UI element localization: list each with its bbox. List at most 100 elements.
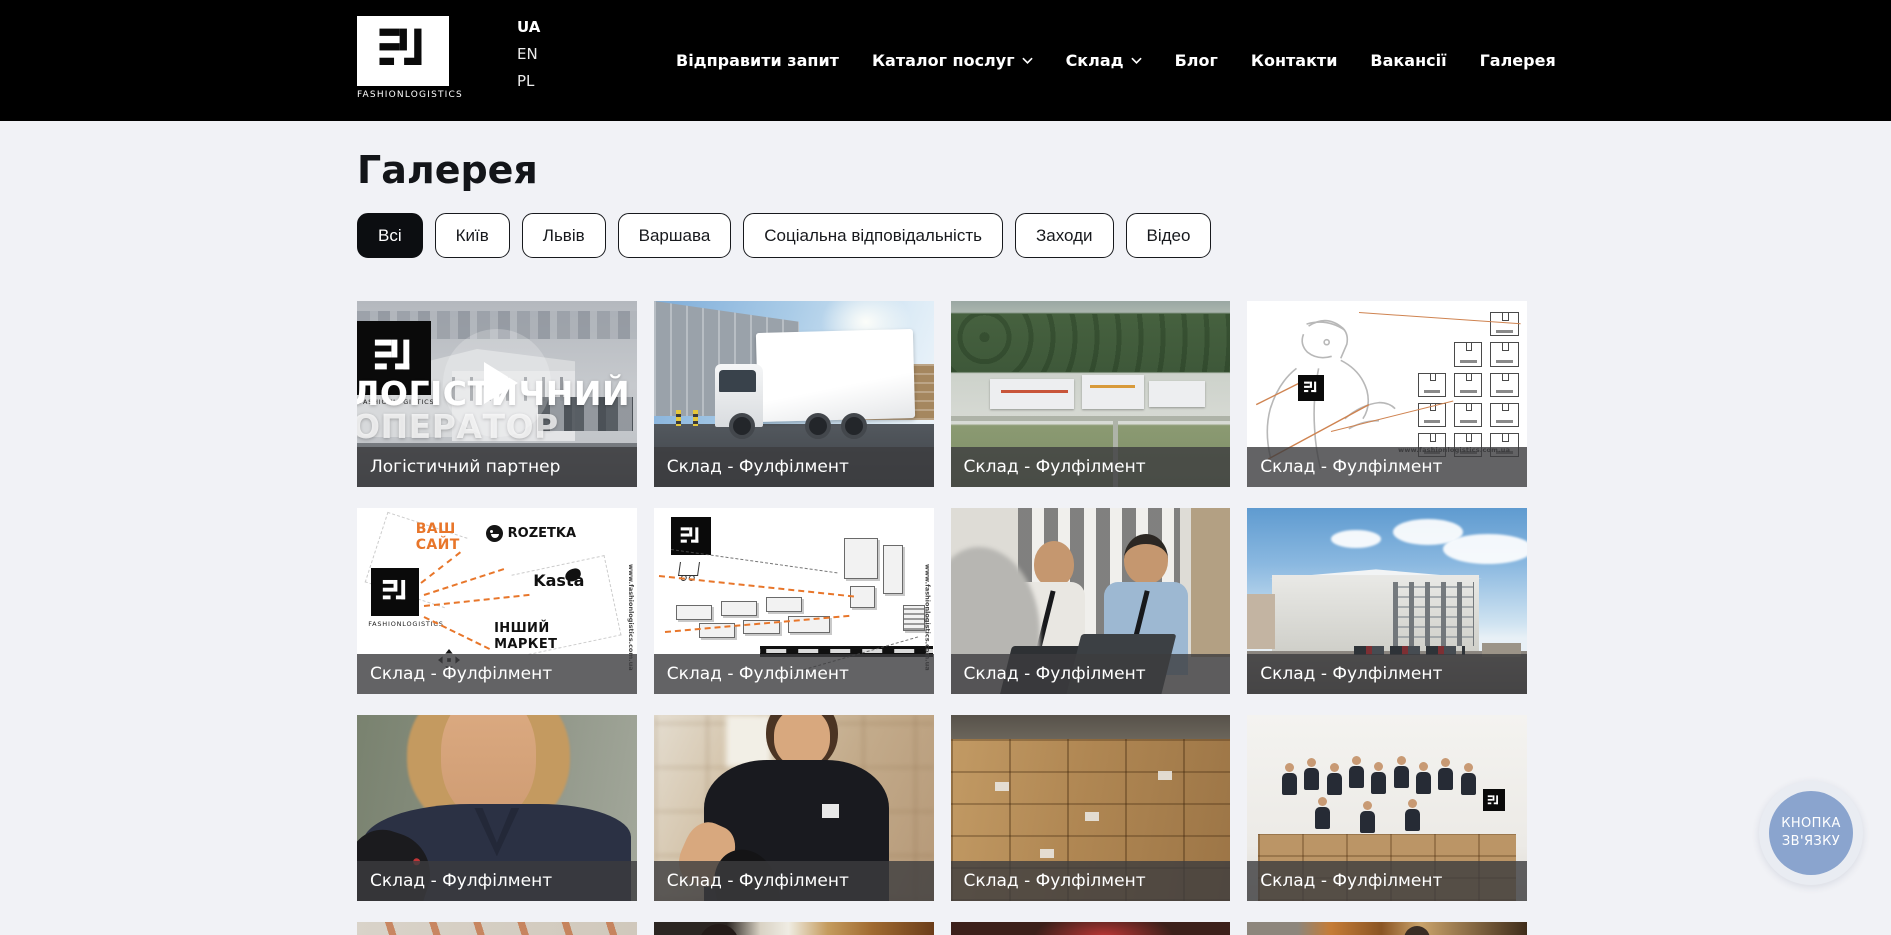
roof-accent [1090,385,1135,388]
logo-patch [822,804,839,818]
rack-box [676,605,712,620]
nav-blog[interactable]: Блог [1175,51,1218,70]
retail-box [844,538,878,579]
filter-events[interactable]: Заходи [1015,213,1114,258]
gallery-item-partial[interactable] [357,922,637,935]
filter-social-responsibility[interactable]: Соціальна відповідальність [743,213,1003,258]
rozetka-icon [486,525,503,542]
logo-icon [357,16,449,86]
person [1393,756,1410,788]
gallery-item-caption: Склад - Фулфілмент [654,654,934,694]
nav-send-request[interactable]: Відправити запит [676,51,839,70]
gallery-item[interactable]: www.fashionlogistics.com.ua Склад - Фулф… [1247,301,1527,487]
truck-windshield [719,370,755,392]
gallery-item[interactable]: Склад - Фулфілмент [357,715,637,901]
person [1370,762,1387,794]
gallery-item-partial[interactable] [951,922,1231,935]
diagram-dash [424,616,490,650]
filter-all[interactable]: Всі [357,213,423,258]
brand-logo-small [1298,375,1324,401]
truck-wheel [841,413,867,439]
gallery-item[interactable]: Склад - Фулфілмент [951,715,1231,901]
gallery-item[interactable]: Склад - Фулфілмент [1247,508,1527,694]
gallery-item-caption: Склад - Фулфілмент [654,861,934,901]
gallery-item[interactable]: ВАШСАЙТ ROZETKA Kasta ІНШИЙМАРКЕТ FASHIO… [357,508,637,694]
gallery-item-caption: Логістичний партнер [357,447,637,487]
nav-services-catalog[interactable]: Каталог послуг [872,51,1033,70]
gallery-item[interactable]: Склад - Фулфілмент [654,301,934,487]
truck-trailer [756,329,915,422]
person-head [1034,541,1074,587]
retail-box [883,545,903,593]
gallery-item-partial[interactable] [1247,922,1527,935]
site-header: FASHIONLOGISTICS UA EN PL Відправити зап… [0,0,1891,121]
filter-lviv[interactable]: Львів [522,213,606,258]
ceiling [951,715,1231,739]
gallery-item-caption: Склад - Фулфілмент [1247,447,1527,487]
bollard [676,410,681,426]
chevron-down-icon [1131,55,1142,66]
person [1326,763,1343,795]
truck-wheel [805,413,831,439]
gallery-item-caption: Склад - Фулфілмент [951,654,1231,694]
gallery-item[interactable]: www.fashionlogistics.com.ua Склад - Фулф… [654,508,934,694]
gallery-item-video[interactable]: FASHIONLOGISTICS ЛОГІСТИЧНИЙ ОПЕРАТОР Ло… [357,301,637,487]
person [1437,758,1454,790]
gallery-item[interactable]: Склад - Фулфілмент [951,508,1231,694]
gallery-grid: FASHIONLOGISTICS ЛОГІСТИЧНИЙ ОПЕРАТОР Ло… [357,301,1527,935]
truck-wheel [729,413,755,439]
lang-pl[interactable]: PL [517,71,540,91]
label-your-site: ВАШСАЙТ [416,521,460,553]
person [1314,797,1331,829]
photo-rack-person [1247,922,1527,935]
bollard [693,410,698,426]
cloud [1443,534,1527,564]
box-label [1158,771,1172,780]
contact-float-button[interactable]: КНОПКА ЗВ'ЯЗКУ [1759,781,1863,885]
person [1348,756,1365,788]
box-icons-grid [1418,312,1519,457]
gallery-item[interactable]: Склад - Фулфілмент [1247,715,1527,901]
photo-rack-aisle [357,922,637,935]
nav-contacts[interactable]: Контакти [1251,51,1338,70]
warehouse-roof [990,379,1074,409]
gallery-item[interactable]: Склад - Фулфілмент [951,301,1231,487]
person [1460,763,1477,795]
gallery-item[interactable]: Склад - Фулфілмент [654,715,934,901]
box-label [995,782,1009,791]
roof-accent [1001,390,1068,393]
label-other-market: ІНШИЙМАРКЕТ [494,621,557,652]
person [1281,763,1298,795]
person-head [1124,534,1168,584]
play-icon [484,362,518,404]
rack-box [721,601,757,616]
nav-vacancies[interactable]: Вакансії [1370,51,1446,70]
gallery-item-caption: Склад - Фулфілмент [357,654,637,694]
filter-kyiv[interactable]: Київ [435,213,510,258]
photo-rack-dark [951,922,1231,935]
gallery-filters: Всі Київ Львів Варшава Соціальна відпові… [357,213,1211,258]
nav-warehouse[interactable]: Склад [1066,51,1142,70]
lang-ua[interactable]: UA [517,17,540,37]
person [1415,762,1432,794]
person [1303,758,1320,790]
vent-box [903,605,925,631]
play-button[interactable] [443,329,551,437]
brand-logo-small [1483,789,1505,811]
forest [951,314,1231,372]
logo[interactable]: FASHIONLOGISTICS [357,16,450,100]
contact-button-label: КНОПКА ЗВ'ЯЗКУ [1769,791,1853,875]
box-label [1040,849,1054,858]
gallery-item-caption: Склад - Фулфілмент [951,447,1231,487]
gallery-item-partial[interactable] [654,922,934,935]
wall [1191,508,1230,657]
filter-warsaw[interactable]: Варшава [618,213,732,258]
lang-en[interactable]: EN [517,44,540,64]
filter-video[interactable]: Відео [1126,213,1212,258]
brand-logo-node [371,568,419,616]
photo-rack-worker [654,922,934,935]
building-windows [1393,582,1474,645]
chevron-down-icon [1022,55,1033,66]
nav-gallery[interactable]: Галерея [1480,51,1556,70]
person [1404,799,1421,831]
